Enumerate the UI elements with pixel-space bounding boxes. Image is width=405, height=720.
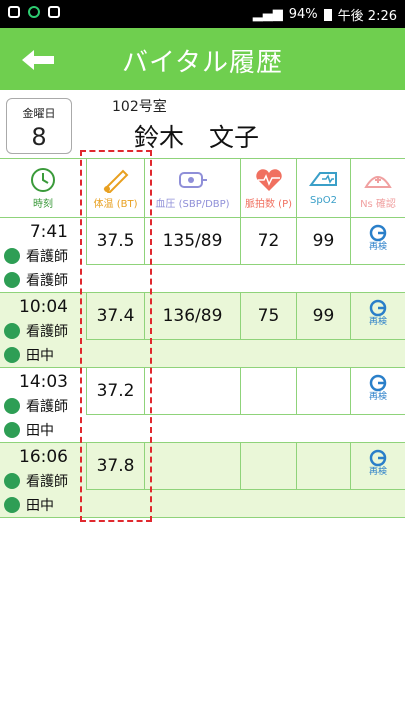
- lock-icon: [48, 6, 60, 18]
- staff-entry: 看護師: [4, 471, 68, 491]
- clock-icon: [31, 168, 55, 192]
- staff-entry: 田中: [4, 420, 54, 440]
- pencil-icon: [4, 272, 20, 288]
- staff-entry: 田中: [4, 345, 54, 365]
- bt-value[interactable]: 37.4: [86, 293, 144, 339]
- eye-icon: [28, 6, 40, 18]
- recheck-button[interactable]: 再検: [350, 443, 405, 489]
- staff-entry: 看護師: [4, 321, 68, 341]
- table-header: 時刻 体温 (BT) 血圧 (SBP/DBP) 脈拍数 (P) SpO2 Ns …: [0, 158, 405, 218]
- column-label: SpO2: [310, 195, 337, 206]
- eye-icon: [4, 323, 20, 339]
- column-header-spo2: SpO2: [296, 159, 350, 217]
- day-number: 8: [31, 123, 47, 151]
- table-row[interactable]: 16:06 看護師 田中 37.8 再検: [0, 443, 405, 518]
- spo2-value[interactable]: [296, 368, 350, 414]
- staff-entry: 看護師: [4, 270, 68, 290]
- pulse-value[interactable]: [240, 443, 296, 489]
- recheck-icon: [369, 449, 387, 467]
- battery-text: 94%: [288, 7, 318, 22]
- spo2-value[interactable]: 99: [296, 293, 350, 339]
- column-header-bp: 血圧 (SBP/DBP): [144, 159, 240, 217]
- pencil-icon: [4, 347, 20, 363]
- recheck-icon: [369, 299, 387, 317]
- recheck-button[interactable]: 再検: [350, 218, 405, 264]
- weekday-label: 金曜日: [22, 107, 56, 120]
- staff-label: 田中: [26, 348, 54, 364]
- spo2-value[interactable]: [296, 443, 350, 489]
- vitals-table: 時刻 体温 (BT) 血圧 (SBP/DBP) 脈拍数 (P) SpO2 Ns …: [0, 158, 405, 518]
- app-header: バイタル履歴: [0, 28, 405, 90]
- page-title: バイタル履歴: [122, 48, 283, 78]
- column-header-ns: Ns 確認: [350, 159, 405, 217]
- bt-value[interactable]: 37.2: [86, 368, 144, 414]
- recheck-label: 再検: [368, 317, 387, 327]
- notification-icon: [8, 6, 20, 18]
- pulse-value[interactable]: [240, 368, 296, 414]
- bp-value[interactable]: 136/89: [144, 293, 240, 339]
- patient-name: 鈴木 文子: [134, 123, 260, 152]
- staff-label: 看護師: [26, 474, 68, 490]
- recheck-icon: [369, 224, 387, 242]
- eye-icon: [4, 398, 20, 414]
- row-divider: [86, 414, 405, 443]
- recheck-label: 再検: [368, 392, 387, 402]
- recheck-button[interactable]: 再検: [350, 293, 405, 339]
- column-label: 時刻: [33, 199, 53, 210]
- staff-entry: 田中: [4, 495, 54, 515]
- staff-entry: 看護師: [4, 246, 68, 266]
- staff-label: 田中: [26, 423, 54, 439]
- recheck-label: 再検: [368, 467, 387, 477]
- record-time: 10:04: [19, 297, 68, 317]
- pulse-value[interactable]: 75: [240, 293, 296, 339]
- record-time: 14:03: [19, 372, 68, 392]
- column-header-time: 時刻: [0, 159, 86, 217]
- pulse-value[interactable]: 72: [240, 218, 296, 264]
- column-header-bt: 体温 (BT): [86, 159, 144, 217]
- table-row[interactable]: 10:04 看護師 田中 37.4 136/89 75 99 再検: [0, 293, 405, 368]
- spo2-value[interactable]: 99: [296, 218, 350, 264]
- column-label: 脈拍数 (P): [244, 199, 292, 210]
- column-header-pulse: 脈拍数 (P): [240, 159, 296, 217]
- date-badge: 金曜日 8: [6, 98, 72, 154]
- column-label: 体温 (BT): [93, 199, 138, 210]
- record-time: 16:06: [19, 447, 68, 467]
- clock-text: 午後 2:26: [337, 9, 397, 24]
- row-divider: [86, 264, 405, 293]
- column-label: 血圧 (SBP/DBP): [155, 199, 230, 210]
- table-row[interactable]: 14:03 看護師 田中 37.2 再検: [0, 368, 405, 443]
- column-label: Ns 確認: [360, 199, 396, 210]
- row-divider: [86, 339, 405, 368]
- staff-entry: 看護師: [4, 396, 68, 416]
- heart-pulse-icon: [255, 169, 282, 191]
- room-number: 102号室: [112, 99, 167, 115]
- row-divider: [86, 489, 405, 518]
- bp-value[interactable]: [144, 368, 240, 414]
- bp-value[interactable]: 135/89: [144, 218, 240, 264]
- pencil-icon: [4, 422, 20, 438]
- staff-label: 看護師: [26, 273, 68, 289]
- staff-label: 看護師: [26, 324, 68, 340]
- staff-label: 看護師: [26, 249, 68, 265]
- bt-value[interactable]: 37.8: [86, 443, 144, 489]
- table-row[interactable]: 7:41 看護師 看護師 37.5 135/89 72 99 再検: [0, 218, 405, 293]
- staff-label: 田中: [26, 498, 54, 514]
- battery-icon: [323, 8, 332, 21]
- pulse-oximeter-icon: [308, 172, 337, 186]
- status-bar: ▂▄▆ 94% 午後 2:26: [0, 0, 405, 28]
- nurse-cap-icon: [364, 176, 392, 188]
- pencil-icon: [4, 497, 20, 513]
- eye-icon: [4, 473, 20, 489]
- record-time: 7:41: [29, 222, 68, 242]
- signal-icon: ▂▄▆: [252, 7, 283, 22]
- recheck-button[interactable]: 再検: [350, 368, 405, 414]
- recheck-label: 再検: [368, 242, 387, 252]
- thermometer-icon: [103, 169, 128, 193]
- eye-icon: [4, 248, 20, 264]
- blood-pressure-icon: [178, 172, 207, 188]
- staff-label: 看護師: [26, 399, 68, 415]
- recheck-icon: [369, 374, 387, 392]
- bt-value[interactable]: 37.5: [86, 218, 144, 264]
- bp-value[interactable]: [144, 443, 240, 489]
